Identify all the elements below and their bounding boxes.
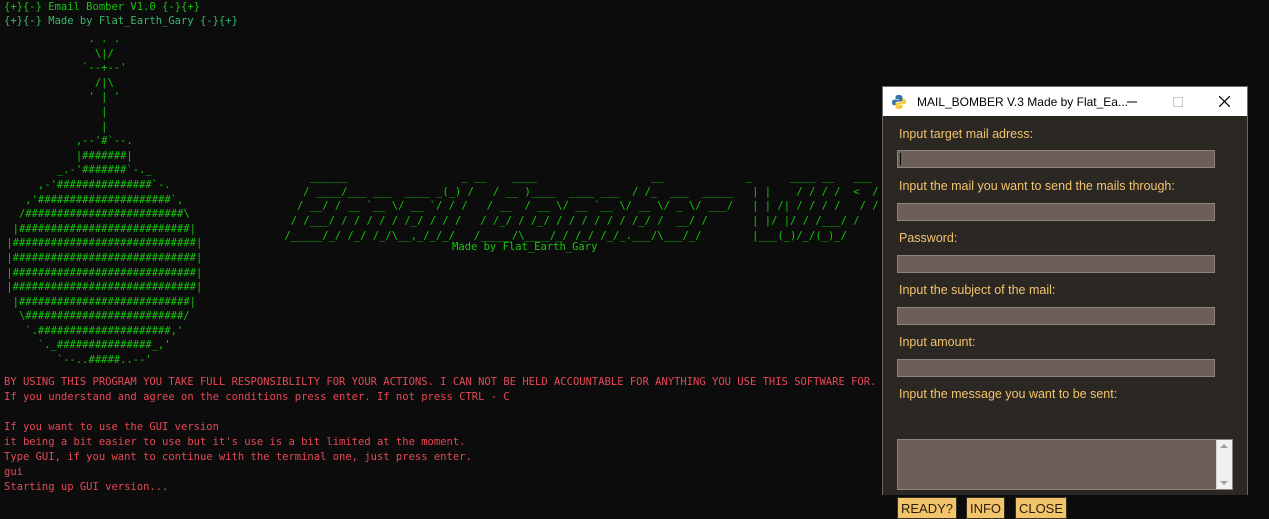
python-icon	[892, 94, 906, 109]
minimize-button[interactable]	[1109, 87, 1155, 116]
target-mail-label: Input target mail adress:	[899, 127, 1034, 141]
bomb-ascii-art: . . . \|/ `--+--' /|\ ' | ' | | ,--'#`--…	[6, 33, 203, 367]
password-label: Password:	[899, 231, 958, 245]
sender-mail-input[interactable]	[897, 203, 1215, 221]
email-bomber-logo-ascii: ______ _ __ ____ __ _ ____ __ ___ / ____…	[284, 171, 879, 242]
text-caret	[900, 153, 901, 165]
subject-input[interactable]	[897, 307, 1215, 325]
title-bar[interactable]: MAIL_BOMBER V.3 Made by Flat_Ea...	[883, 87, 1247, 116]
gui-prompt-3: Type GUI, if you want to continue with t…	[4, 451, 472, 463]
sender-mail-label: Input the mail you want to send the mail…	[899, 179, 1175, 193]
warning-text: BY USING THIS PROGRAM YOU TAKE FULL RESP…	[4, 376, 877, 388]
close-icon	[1218, 96, 1230, 107]
scroll-down-icon[interactable]	[1220, 481, 1228, 485]
subject-label: Input the subject of the mail:	[899, 283, 1056, 297]
mail-bomber-window: MAIL_BOMBER V.3 Made by Flat_Ea... Input…	[882, 86, 1248, 519]
scroll-up-icon[interactable]	[1220, 444, 1228, 448]
header-line-2: {+}{-} Made by Flat_Earth_Gary {-}{+}	[4, 15, 238, 27]
credit-text: Made by Flat_Earth_Gary	[452, 241, 598, 253]
agree-text: If you understand and agree on the condi…	[4, 391, 510, 403]
gui-prompt-2: it being a bit easier to use but it's us…	[4, 436, 466, 448]
gui-prompt-1: If you want to use the GUI version	[4, 421, 219, 433]
message-textarea[interactable]	[897, 439, 1233, 490]
target-mail-input[interactable]	[897, 150, 1215, 168]
message-label: Input the message you want to be sent:	[899, 387, 1118, 401]
password-input[interactable]	[897, 255, 1215, 273]
user-input-text: gui	[4, 466, 23, 478]
close-button[interactable]: CLOSE	[1015, 497, 1067, 519]
maximize-button[interactable]	[1155, 87, 1201, 116]
header-line-1: {+}{-} Email Bomber V1.0 {-}{+}	[4, 1, 200, 13]
ready-button[interactable]: READY?	[897, 497, 957, 519]
window-title: MAIL_BOMBER V.3 Made by Flat_Ea...	[917, 94, 1128, 109]
message-scrollbar[interactable]	[1216, 440, 1232, 489]
starting-text: Starting up GUI version...	[4, 481, 169, 493]
close-window-button[interactable]	[1201, 87, 1247, 116]
minimize-icon	[1127, 101, 1137, 102]
amount-input[interactable]	[897, 359, 1215, 377]
terminal-window: {+}{-} Email Bomber V1.0 {-}{+} {+}{-} M…	[0, 0, 880, 495]
maximize-icon	[1173, 96, 1183, 107]
info-button[interactable]: INFO	[966, 497, 1005, 519]
amount-label: Input amount:	[899, 335, 976, 349]
